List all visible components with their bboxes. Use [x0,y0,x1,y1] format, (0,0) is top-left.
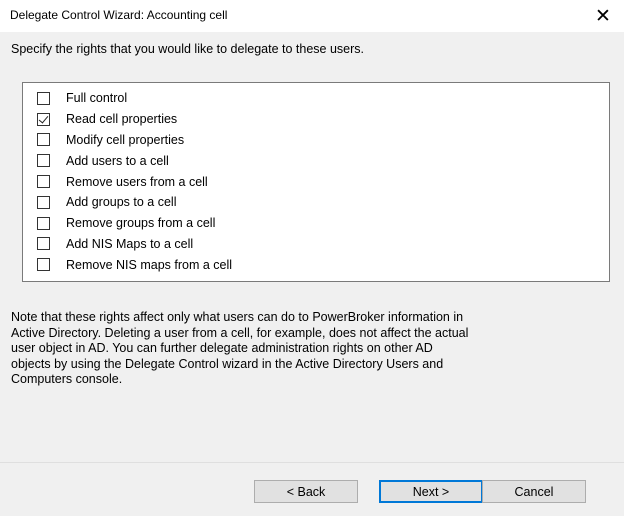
cancel-button[interactable]: Cancel [482,480,586,503]
instruction-text: Specify the rights that you would like t… [11,42,364,56]
title-bar: Delegate Control Wizard: Accounting cell… [0,0,624,32]
right-item-remove-users[interactable]: Remove users from a cell [23,171,609,192]
right-label: Remove groups from a cell [66,216,216,231]
right-label: Full control [66,91,128,106]
checkbox[interactable] [37,91,50,105]
right-item-add-groups[interactable]: Add groups to a cell [23,192,609,213]
button-bar: < Back Next > Cancel [0,462,624,516]
right-item-read-cell-properties[interactable]: Read cell properties [23,109,609,130]
checkbox[interactable] [37,237,50,251]
note-line: objects by using the Delegate Control wi… [11,356,444,371]
note-line: user object in AD. You can further deleg… [11,341,433,355]
note-line: Active Directory. Deleting a user from a… [11,325,469,340]
close-icon[interactable]: ✕ [582,0,624,32]
right-item-add-nis-maps[interactable]: Add NIS Maps to a cell [23,234,609,255]
checkbox[interactable] [37,133,50,147]
rights-checklist[interactable]: Full control Read cell properties Modify… [22,82,610,282]
right-item-modify-cell-properties[interactable]: Modify cell properties [23,130,609,151]
checkbox[interactable] [37,216,50,230]
note-line: Computers console. [11,372,123,386]
right-label: Modify cell properties [66,132,185,147]
note-text: Note that these rights affect only what … [11,310,617,388]
right-label: Add groups to a cell [66,195,177,210]
right-label: Add users to a cell [66,153,169,168]
dialog-body: Specify the rights that you would like t… [0,32,624,462]
note-line: Note that these rights affect only what … [11,310,464,324]
right-label: Remove NIS maps from a cell [66,257,233,272]
right-item-add-users[interactable]: Add users to a cell [23,150,609,171]
next-button[interactable]: Next > [379,480,483,503]
checkbox[interactable] [37,175,50,189]
checkbox[interactable] [37,258,50,272]
right-label: Remove users from a cell [66,174,208,189]
back-button[interactable]: < Back [254,480,358,503]
right-label: Add NIS Maps to a cell [66,236,194,251]
right-label: Read cell properties [66,112,178,127]
checkbox[interactable] [37,112,50,126]
right-item-full-control[interactable]: Full control [23,88,609,109]
window-title: Delegate Control Wizard: Accounting cell [10,8,228,22]
right-item-remove-nis-maps[interactable]: Remove NIS maps from a cell [23,254,609,275]
checkbox[interactable] [37,195,50,209]
right-item-remove-groups[interactable]: Remove groups from a cell [23,213,609,234]
checkbox[interactable] [37,154,50,168]
